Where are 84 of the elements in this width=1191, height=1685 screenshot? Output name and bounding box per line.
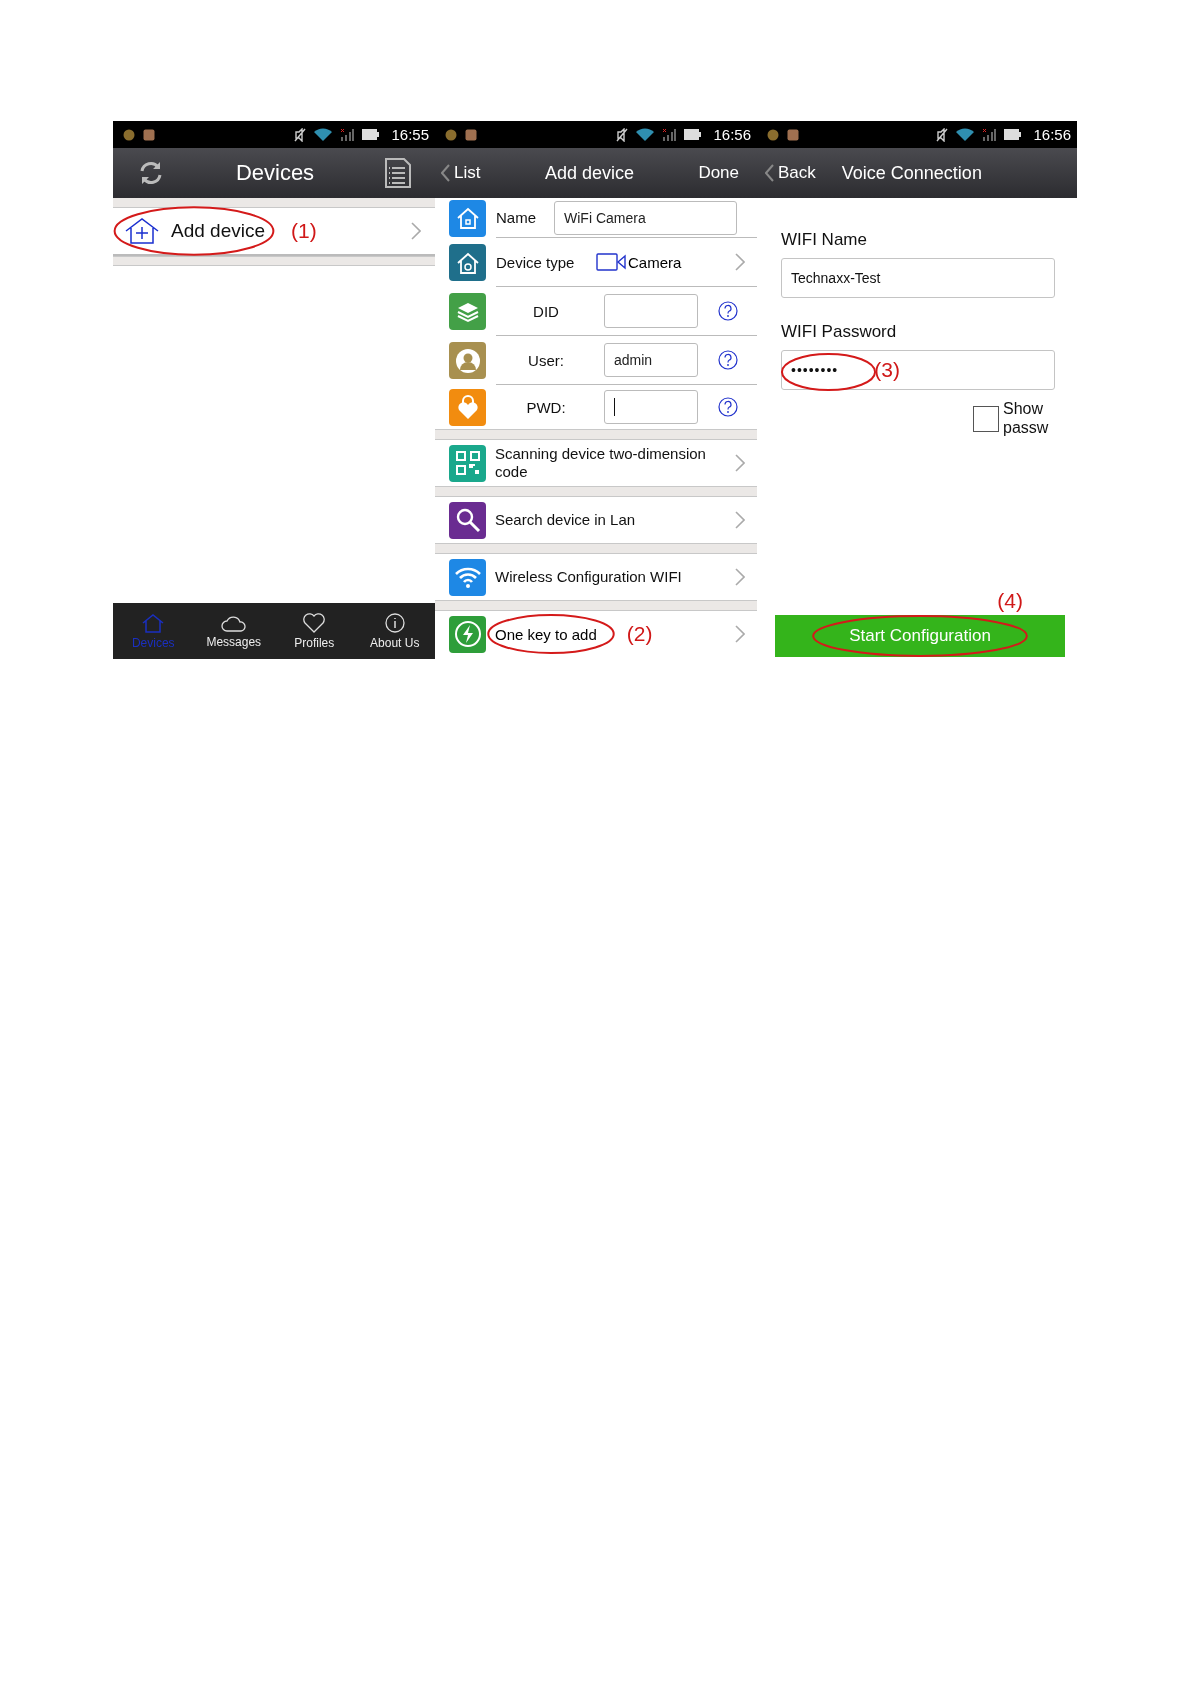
list-icon[interactable] xyxy=(385,158,411,188)
name-field[interactable]: WiFi Camera xyxy=(554,200,737,235)
cloud-icon xyxy=(220,613,247,632)
field-label: DID xyxy=(532,302,560,320)
done-button[interactable]: Done xyxy=(698,163,739,183)
checkbox-label: Show passw xyxy=(1003,400,1050,438)
camera-icon xyxy=(596,253,628,271)
field-label: PWD: xyxy=(525,398,567,416)
row-label: Add device xyxy=(171,220,265,242)
step-number: (4) xyxy=(997,589,1023,613)
row-label: Search device in Lan xyxy=(495,511,637,529)
wifi-icon xyxy=(636,128,655,141)
help-icon[interactable] xyxy=(718,350,738,370)
step-number: (2) xyxy=(626,622,653,646)
chevron-icon xyxy=(411,222,421,240)
checkbox[interactable] xyxy=(973,406,999,432)
tab[interactable]: Messages xyxy=(193,603,274,659)
field-label: WIFI Name xyxy=(781,230,868,250)
field-label: WIFI Password xyxy=(781,322,898,342)
screen-title: Voice Connection xyxy=(841,162,982,184)
status-time: 16:56 xyxy=(713,126,751,143)
house-plus-icon xyxy=(125,218,159,244)
back-button[interactable]: Back xyxy=(765,163,816,183)
mute-icon xyxy=(294,127,307,142)
wifi-password-field[interactable]: •••••••• (3) xyxy=(781,350,1055,390)
chevron-icon xyxy=(735,568,745,586)
house-icon xyxy=(142,612,165,633)
signal-icon xyxy=(982,128,997,141)
battery-icon xyxy=(1004,129,1022,140)
layers-icon xyxy=(455,300,480,323)
gallery-icon xyxy=(143,128,155,141)
step-number: (3) xyxy=(874,358,900,382)
house-camera-icon xyxy=(455,251,480,274)
tab[interactable]: About Us xyxy=(354,603,435,659)
chevron-icon xyxy=(735,625,745,643)
input-field[interactable] xyxy=(604,294,698,328)
field-label: User: xyxy=(527,351,565,369)
chevron-icon xyxy=(735,454,745,472)
signal-icon xyxy=(662,128,677,141)
status-time: 16:56 xyxy=(1033,126,1071,143)
help-icon[interactable] xyxy=(718,397,738,417)
row-label: Scanning device two-dimension code xyxy=(495,445,707,481)
row-label: One key to add xyxy=(495,625,597,643)
mute-icon xyxy=(936,127,949,142)
tab[interactable]: Profiles xyxy=(274,603,355,659)
wifi-icon xyxy=(956,128,975,141)
screen-title: Add device xyxy=(544,162,634,184)
chevron-icon xyxy=(735,253,745,271)
search-icon xyxy=(454,507,481,533)
status-time: 16:55 xyxy=(391,126,429,143)
wifi-icon xyxy=(314,128,333,141)
info-icon xyxy=(384,612,405,633)
back-button[interactable]: List xyxy=(441,163,481,183)
back-chevron-icon xyxy=(441,164,450,182)
field-label: Name xyxy=(496,209,537,226)
back-chevron-icon xyxy=(765,164,774,182)
screen-title: Devices xyxy=(235,160,315,186)
battery-icon xyxy=(684,129,702,140)
gallery-icon xyxy=(787,128,799,141)
help-icon[interactable] xyxy=(718,301,738,321)
qr-code-icon xyxy=(454,450,481,476)
notification-icon xyxy=(123,128,135,141)
heart-icon xyxy=(303,612,326,633)
menu-row[interactable]: One key to add (2) xyxy=(435,611,757,657)
input-field[interactable] xyxy=(604,390,698,424)
gallery-icon xyxy=(465,128,477,141)
mute-icon xyxy=(616,127,629,142)
row-label: Wireless Configuration WIFI xyxy=(495,568,683,586)
notification-icon xyxy=(445,128,457,141)
menu-row[interactable]: Wireless Configuration WIFI xyxy=(435,554,757,600)
chevron-icon xyxy=(735,511,745,529)
battery-icon xyxy=(362,129,380,140)
menu-row[interactable]: Search device in Lan xyxy=(435,497,757,543)
wifi-icon xyxy=(453,566,482,588)
wifi-name-field[interactable]: Technaxx-Test xyxy=(781,258,1055,298)
device-type-value[interactable]: Camera xyxy=(628,253,727,271)
step-number: (1) xyxy=(291,219,317,243)
house-icon xyxy=(455,207,480,229)
signal-icon xyxy=(340,128,355,141)
field-label: Device type xyxy=(496,253,576,271)
notification-icon xyxy=(767,128,779,141)
input-field[interactable]: admin xyxy=(604,343,698,377)
heart-lock-icon xyxy=(455,394,480,420)
menu-row[interactable]: Scanning device two-dimension code xyxy=(435,440,757,486)
